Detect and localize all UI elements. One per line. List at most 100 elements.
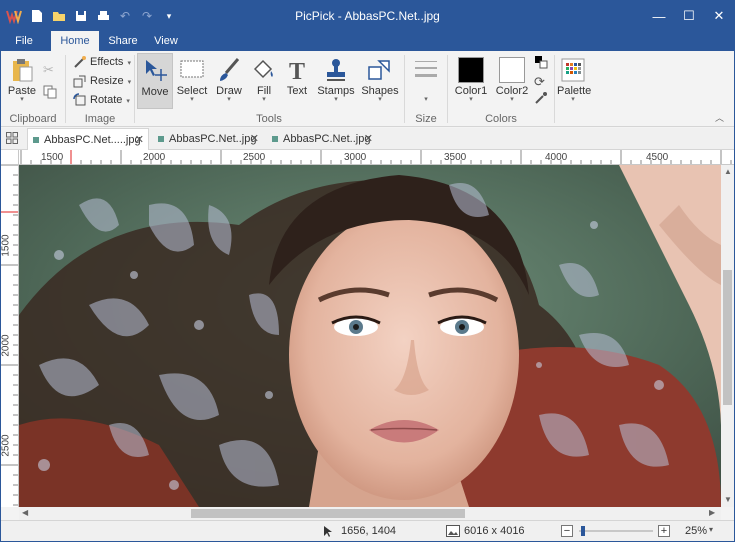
- zoom-out-button[interactable]: −: [561, 525, 573, 537]
- color2-dropdown-icon: ▾: [510, 96, 514, 103]
- ribbon: Paste ▾ ✂ Clipboard Effects ▾ Resize ▾ Rot…: [1, 51, 734, 127]
- color2-button[interactable]: Color2 ▾: [494, 53, 530, 109]
- scroll-down-icon[interactable]: ▼: [724, 495, 732, 504]
- resize-label: Resize: [90, 75, 124, 87]
- document-icon: [158, 136, 164, 142]
- ruler-label: 3000: [344, 152, 367, 163]
- doc-tab[interactable]: AbbasPC.Net.....jpg ✕: [27, 128, 149, 150]
- cut-button[interactable]: ✂: [43, 61, 54, 79]
- cursor-icon: [324, 526, 332, 537]
- close-tab-icon[interactable]: ✕: [135, 129, 144, 151]
- select-icon: [180, 60, 204, 78]
- scrollbar-thumb[interactable]: [191, 509, 465, 518]
- fill-bucket-icon: [253, 59, 273, 79]
- move-tool-button[interactable]: Move: [137, 53, 173, 109]
- ruler-ticks: [20, 150, 732, 164]
- resize-icon: [73, 75, 86, 88]
- minimize-icon[interactable]: —: [644, 1, 674, 31]
- color1-button[interactable]: Color1 ▾: [453, 53, 489, 109]
- scroll-up-icon[interactable]: ▲: [724, 167, 732, 176]
- image-dimensions: 6016 x 4016: [464, 525, 525, 537]
- tab-overview-icon[interactable]: [6, 132, 18, 147]
- close-tab-icon[interactable]: ✕: [364, 128, 373, 150]
- effects-label: Effects: [90, 56, 124, 68]
- horizontal-scrollbar[interactable]: ◀ ▶: [19, 507, 721, 520]
- palette-icon: [561, 58, 585, 82]
- zoom-level[interactable]: 25%: [685, 525, 707, 537]
- draw-dropdown-icon: ▾: [227, 96, 231, 103]
- document-icon: [33, 137, 39, 143]
- fill-tool-button[interactable]: Fill ▾: [247, 53, 281, 109]
- rotate-button[interactable]: Rotate ▾: [73, 91, 130, 109]
- swap-colors-button[interactable]: [534, 55, 548, 73]
- stamps-tool-button[interactable]: Stamps ▾: [317, 53, 355, 109]
- maximize-icon[interactable]: ☐: [674, 1, 704, 31]
- ruler-corner: [1, 150, 19, 165]
- effects-button[interactable]: Effects ▾: [73, 53, 131, 71]
- select-dropdown-icon: ▾: [190, 96, 194, 103]
- zoom-dropdown-icon[interactable]: ▾: [709, 525, 713, 534]
- zoom-in-button[interactable]: +: [658, 525, 670, 537]
- tab-share[interactable]: Share: [105, 31, 141, 51]
- text-tool-button[interactable]: T Text: [283, 53, 311, 109]
- move-icon: [146, 60, 167, 81]
- text-label: Text: [286, 85, 308, 97]
- zoom-slider[interactable]: [579, 526, 653, 536]
- paste-dropdown-icon[interactable]: ▾: [5, 96, 39, 103]
- resize-button[interactable]: Resize ▾: [73, 72, 131, 90]
- copy-button[interactable]: [43, 85, 57, 103]
- rotate-icon: [73, 93, 86, 106]
- size-button[interactable]: ▾: [409, 53, 443, 109]
- eyedropper-icon: [535, 92, 547, 104]
- doc-tab-label: AbbasPC.Net.....jpg: [44, 134, 141, 146]
- select-tool-button[interactable]: Select ▾: [175, 53, 209, 109]
- close-tab-icon[interactable]: ✕: [250, 128, 259, 150]
- effects-icon: [74, 56, 86, 68]
- stamps-dropdown-icon: ▾: [334, 96, 338, 103]
- collapse-ribbon-icon[interactable]: ︿: [715, 111, 724, 124]
- scroll-right-icon[interactable]: ▶: [709, 508, 715, 517]
- swap-icon: ⟳: [534, 74, 545, 89]
- default-colors-icon: [535, 56, 548, 69]
- zoom-slider-thumb[interactable]: [581, 526, 585, 536]
- paste-button[interactable]: Paste ▾: [5, 53, 39, 109]
- cursor-position: 1656, 1404: [341, 525, 397, 537]
- ruler-label: 2000: [1, 334, 12, 357]
- fill-dropdown-icon: ▾: [262, 96, 266, 103]
- palette-button[interactable]: Palette ▾: [557, 53, 591, 109]
- color2-swatch: [499, 57, 525, 83]
- close-icon[interactable]: ✕: [704, 1, 734, 31]
- doc-tab[interactable]: AbbasPC.Net..jpg ✕: [267, 128, 377, 150]
- reset-colors-button[interactable]: ⟳: [534, 73, 545, 91]
- tab-file[interactable]: File: [7, 31, 41, 51]
- doc-tab[interactable]: AbbasPC.Net..jpg ✕: [153, 128, 263, 150]
- title-bar: ↶ ↷ ▾ PicPick - AbbasPC.Net..jpg — ☐ ✕: [1, 1, 734, 31]
- effects-dropdown-icon: ▾: [127, 60, 131, 67]
- rotate-dropdown-icon: ▾: [126, 98, 130, 105]
- size-dropdown-icon: ▾: [424, 96, 428, 103]
- copy-icon: [43, 85, 57, 99]
- ruler-label: 2000: [143, 152, 166, 163]
- ribbon-tab-bar: File Home Share View: [1, 31, 734, 51]
- photo-image: [19, 165, 721, 507]
- svg-text:T: T: [289, 59, 305, 83]
- ruler-label: 2500: [1, 434, 12, 457]
- shapes-dropdown-icon: ▾: [378, 96, 382, 103]
- color-picker-button[interactable]: [534, 91, 548, 109]
- rotate-label: Rotate: [90, 94, 123, 106]
- scrollbar-thumb[interactable]: [723, 270, 732, 405]
- tab-home[interactable]: Home: [51, 31, 99, 51]
- shapes-tool-button[interactable]: Shapes ▾: [361, 53, 399, 109]
- vertical-ruler: 1500 2000 2500: [1, 165, 19, 507]
- shapes-icon: [368, 60, 390, 80]
- size-group-label: Size: [415, 113, 437, 125]
- move-label: Move: [141, 86, 169, 98]
- status-bar: 1656, 1404 6016 x 4016 − + 25% ▾: [1, 520, 734, 541]
- tab-view[interactable]: View: [149, 31, 183, 51]
- doc-tab-label: AbbasPC.Net..jpg: [169, 133, 257, 145]
- image-canvas[interactable]: [19, 165, 721, 507]
- window-controls: — ☐ ✕: [644, 1, 734, 31]
- scroll-left-icon[interactable]: ◀: [22, 508, 28, 517]
- draw-tool-button[interactable]: Draw ▾: [212, 53, 246, 109]
- vertical-scrollbar[interactable]: ▲ ▼: [721, 165, 734, 507]
